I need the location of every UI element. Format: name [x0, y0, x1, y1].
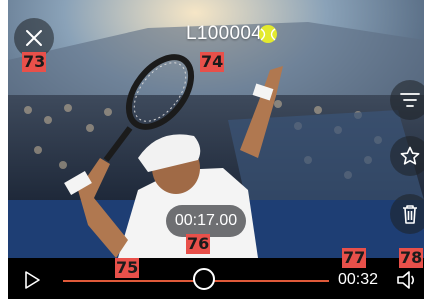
marker-duration: 77: [342, 248, 367, 268]
play-icon: [25, 271, 40, 289]
favorite-button[interactable]: [390, 136, 424, 176]
marker-volume: 78: [399, 248, 424, 268]
current-time-display: 00:17.00: [166, 205, 246, 237]
filter-button[interactable]: [390, 80, 424, 120]
volume-button[interactable]: [396, 269, 420, 291]
current-time-label: 00:17.00: [174, 212, 238, 229]
marker-title: 74: [200, 52, 225, 72]
marker-close: 73: [22, 52, 47, 72]
delete-button[interactable]: [390, 194, 424, 234]
duration-label: 00:32: [338, 271, 379, 288]
play-button[interactable]: [22, 270, 42, 290]
volume-icon: [397, 271, 415, 289]
video-viewer: L1000042 00:17.00 00:32 73 74 75 76 77 7…: [8, 0, 424, 299]
star-icon: [400, 146, 420, 165]
filter-icon: [400, 93, 420, 107]
tennis-ball-icon: [259, 25, 277, 43]
marker-current-time: 76: [186, 234, 211, 254]
progress-thumb[interactable]: [192, 268, 215, 290]
marker-progress: 75: [115, 258, 140, 278]
close-icon: [26, 30, 42, 46]
trash-icon: [403, 205, 417, 224]
